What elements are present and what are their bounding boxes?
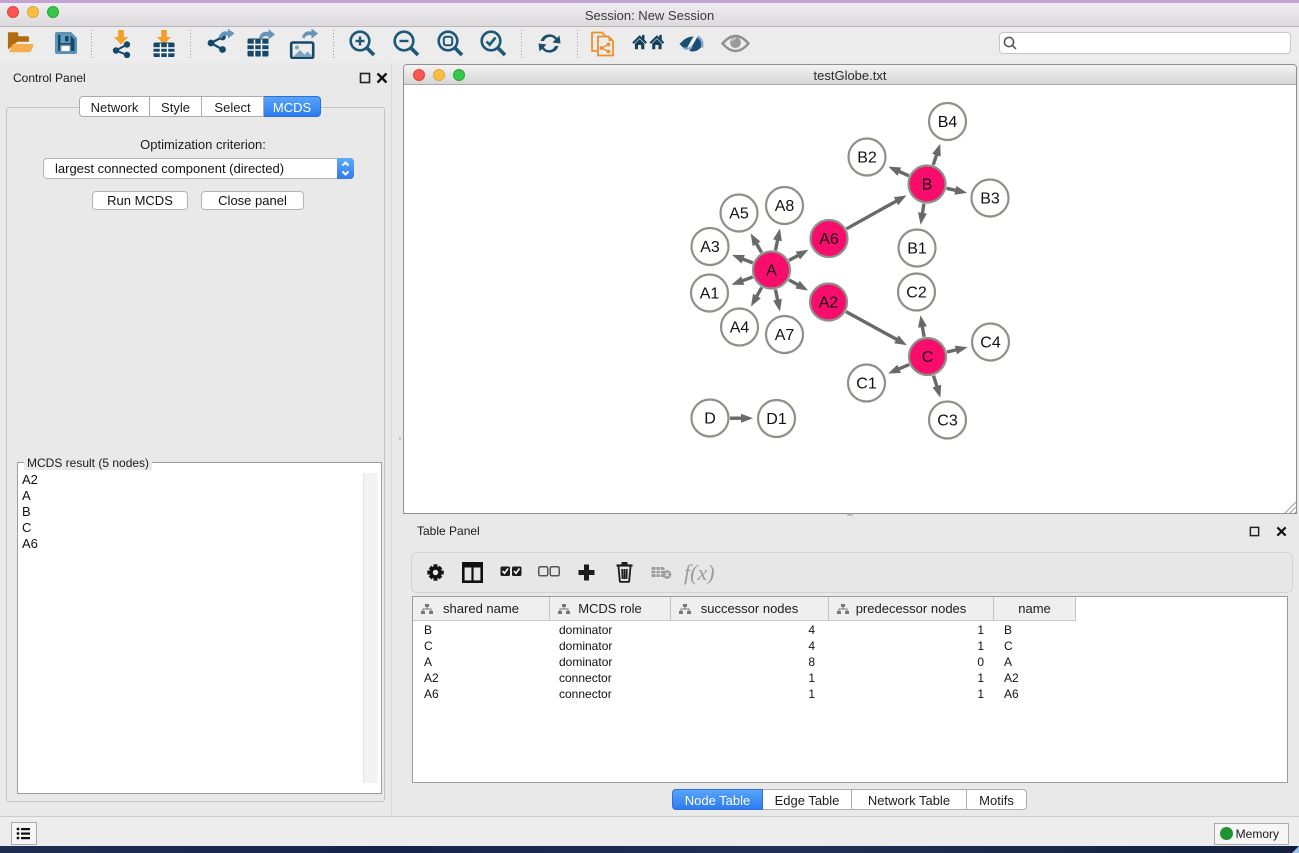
svg-text:A1: A1: [700, 286, 720, 303]
svg-text:B2: B2: [857, 150, 877, 167]
svg-text:A3: A3: [700, 239, 720, 256]
svg-text:B1: B1: [907, 241, 927, 258]
svg-text:A6: A6: [819, 231, 839, 248]
svg-text:A2: A2: [819, 295, 839, 312]
svg-text:C3: C3: [937, 413, 958, 430]
svg-text:B4: B4: [938, 114, 958, 131]
svg-text:A8: A8: [775, 198, 795, 215]
svg-text:C: C: [922, 349, 934, 366]
svg-text:B3: B3: [980, 191, 1000, 208]
svg-text:A: A: [766, 263, 777, 280]
svg-text:A7: A7: [775, 327, 795, 344]
svg-text:D1: D1: [766, 411, 787, 428]
svg-text:A4: A4: [730, 320, 750, 337]
svg-text:D: D: [704, 411, 716, 428]
svg-text:C4: C4: [980, 335, 1001, 352]
svg-text:C2: C2: [906, 285, 927, 302]
svg-text:A5: A5: [729, 206, 749, 223]
svg-text:B: B: [922, 177, 933, 194]
svg-text:C1: C1: [856, 376, 877, 393]
